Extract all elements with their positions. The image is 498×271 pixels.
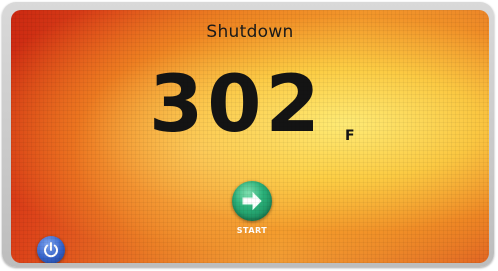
device-bezel: Shutdown 302 F START (2, 2, 494, 267)
power-button[interactable] (37, 236, 65, 263)
start-label: START (236, 226, 268, 235)
temperature-value: 302 (149, 60, 324, 150)
start-button[interactable] (232, 181, 272, 221)
display-screen: Shutdown 302 F START (11, 10, 489, 263)
temperature-unit: F (345, 128, 355, 144)
status-title: Shutdown (206, 22, 294, 42)
